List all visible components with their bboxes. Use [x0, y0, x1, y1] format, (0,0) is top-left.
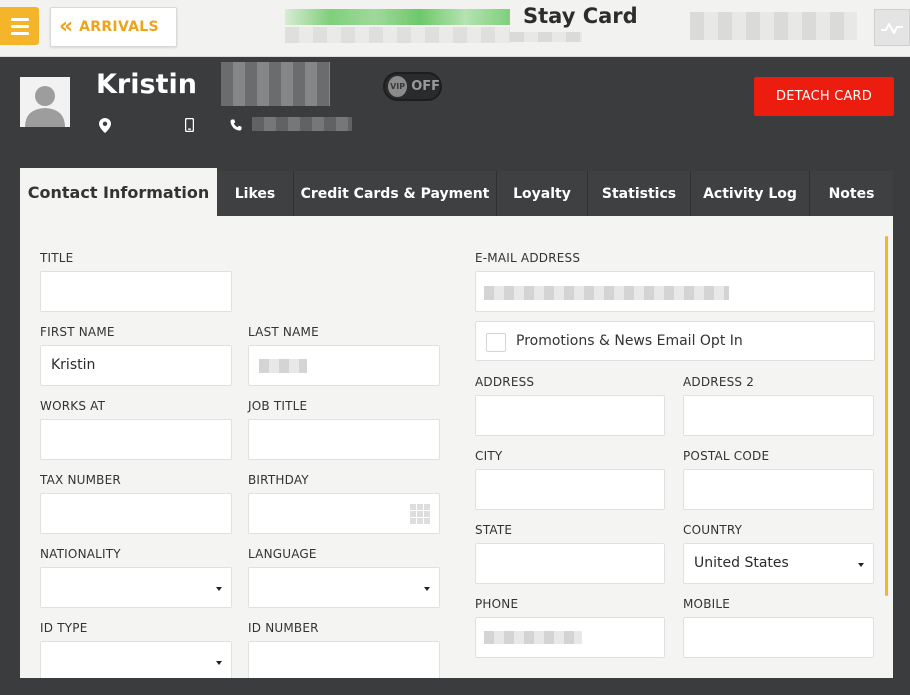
- phone-input[interactable]: [475, 617, 665, 658]
- nationality-select[interactable]: [40, 567, 232, 608]
- job-title-input[interactable]: [248, 419, 440, 460]
- activity-button[interactable]: [874, 9, 910, 46]
- works-at-label: WORKS AT: [40, 399, 106, 413]
- menu-button[interactable]: [0, 7, 39, 45]
- mobile-icon[interactable]: [182, 117, 196, 133]
- avatar-icon: [20, 77, 70, 127]
- redacted-guest-surname: [221, 62, 330, 106]
- redacted-date-range: [690, 12, 857, 40]
- guest-name[interactable]: Kristin: [96, 69, 197, 100]
- nationality-label: NATIONALITY: [40, 547, 121, 561]
- first-name-label: FIRST NAME: [40, 325, 115, 339]
- detach-card-button[interactable]: DETACH CARD: [754, 77, 894, 116]
- dropdown-caret-icon: [858, 563, 864, 567]
- promotions-opt-in-checkbox[interactable]: [486, 333, 506, 352]
- birthday-label: BIRTHDAY: [248, 473, 309, 487]
- back-to-arrivals-button[interactable]: ‹‹ ARRIVALS: [50, 7, 177, 47]
- top-bar: ‹‹ ARRIVALS Stay Card: [0, 0, 910, 57]
- works-at-input[interactable]: [40, 419, 232, 460]
- title-label: TITLE: [40, 251, 74, 265]
- mobile-label: MOBILE: [683, 597, 731, 611]
- id-number-input[interactable]: [248, 641, 440, 678]
- tab-contact-information[interactable]: Contact Information: [20, 168, 217, 216]
- title-input[interactable]: [40, 271, 232, 312]
- tab-credit-cards-payment[interactable]: Credit Cards & Payment: [294, 171, 497, 216]
- tab-likes[interactable]: Likes: [217, 171, 294, 216]
- language-label: LANGUAGE: [248, 547, 317, 561]
- vip-state: OFF: [411, 79, 440, 94]
- id-type-select[interactable]: [40, 641, 232, 678]
- dropdown-caret-icon: [216, 587, 222, 591]
- tax-number-label: TAX NUMBER: [40, 473, 121, 487]
- vip-toggle[interactable]: VIP OFF: [383, 72, 442, 101]
- page-title: Stay Card: [523, 4, 638, 28]
- promotions-opt-in-label: Promotions & News Email Opt In: [516, 333, 743, 349]
- state-label: STATE: [475, 523, 513, 537]
- promotions-opt-in[interactable]: Promotions & News Email Opt In: [475, 321, 875, 361]
- menu-icon: [10, 17, 29, 21]
- redacted-phone-number: [252, 117, 352, 131]
- back-button-label: ARRIVALS: [79, 19, 159, 35]
- panel-scrollbar[interactable]: [885, 236, 888, 596]
- country-label: COUNTRY: [683, 523, 743, 537]
- activity-icon: [881, 22, 903, 34]
- address-input[interactable]: [475, 395, 665, 436]
- double-chevron-left-icon: ‹‹: [59, 14, 73, 39]
- last-name-input[interactable]: [248, 345, 440, 386]
- city-label: CITY: [475, 449, 503, 463]
- redacted-email: [484, 286, 729, 300]
- redacted-room-info: [510, 32, 582, 42]
- tab-loyalty[interactable]: Loyalty: [497, 171, 588, 216]
- calendar-icon[interactable]: [410, 504, 430, 524]
- first-name-value: Kristin: [51, 357, 96, 373]
- contact-information-panel: TITLE FIRST NAME Kristin LAST NAME WORKS…: [20, 216, 893, 678]
- tax-number-input[interactable]: [40, 493, 232, 534]
- vip-badge: VIP: [388, 76, 408, 97]
- dropdown-caret-icon: [216, 661, 222, 665]
- state-input[interactable]: [475, 543, 665, 584]
- id-type-label: ID TYPE: [40, 621, 88, 635]
- address-label: ADDRESS: [475, 375, 535, 389]
- address-2-input[interactable]: [683, 395, 874, 436]
- tab-notes[interactable]: Notes: [810, 171, 893, 216]
- birthday-input[interactable]: [248, 493, 440, 534]
- first-name-input[interactable]: Kristin: [40, 345, 232, 386]
- guest-avatar[interactable]: [20, 77, 70, 127]
- postal-code-input[interactable]: [683, 469, 874, 510]
- redacted-phone: [484, 631, 582, 644]
- tab-activity-log[interactable]: Activity Log: [691, 171, 810, 216]
- city-input[interactable]: [475, 469, 665, 510]
- postal-code-label: POSTAL CODE: [683, 449, 770, 463]
- mobile-input[interactable]: [683, 617, 874, 658]
- job-title-label: JOB TITLE: [248, 399, 308, 413]
- phone-icon[interactable]: [229, 117, 243, 133]
- email-input[interactable]: [475, 271, 875, 312]
- location-icon[interactable]: [98, 117, 112, 133]
- phone-label: PHONE: [475, 597, 519, 611]
- tab-statistics[interactable]: Statistics: [588, 171, 691, 216]
- redacted-last-name: [259, 359, 307, 373]
- redacted-hotel-name: [285, 9, 510, 25]
- email-label: E-MAIL ADDRESS: [475, 251, 581, 265]
- stay-card-tabs: Contact Information Likes Credit Cards &…: [20, 168, 893, 216]
- redacted-hotel-name: [285, 27, 510, 43]
- last-name-label: LAST NAME: [248, 325, 319, 339]
- country-select[interactable]: United States: [683, 543, 874, 584]
- country-value: United States: [694, 555, 789, 571]
- language-select[interactable]: [248, 567, 440, 608]
- id-number-label: ID NUMBER: [248, 621, 319, 635]
- dropdown-caret-icon: [424, 587, 430, 591]
- address-2-label: ADDRESS 2: [683, 375, 755, 389]
